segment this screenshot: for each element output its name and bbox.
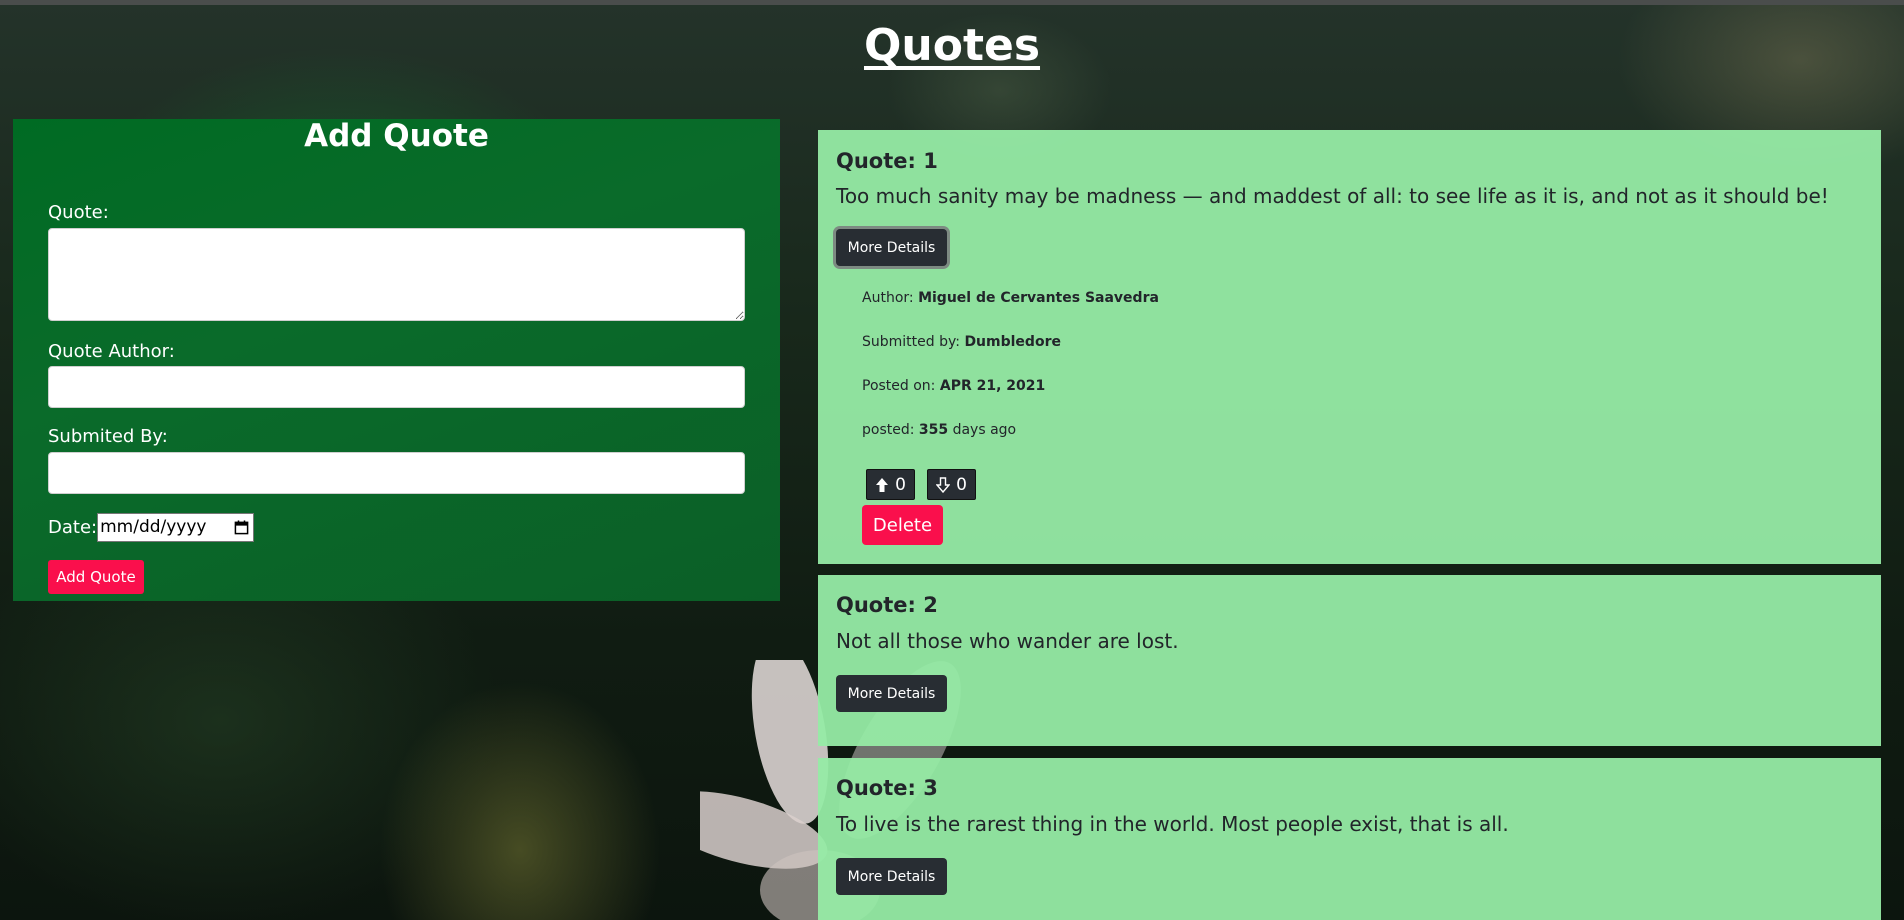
posted-on-value: APR 21, 2021	[939, 378, 1046, 394]
quote-title: Quote: 1	[836, 149, 938, 173]
quote-author-label: Quote Author:	[48, 341, 175, 362]
quote-title: Quote: 3	[836, 776, 938, 800]
calendar-icon[interactable]	[234, 519, 249, 535]
author-label: Author:	[862, 290, 914, 306]
browser-top-edge	[0, 0, 1904, 5]
posted-on-label: Posted on:	[862, 378, 936, 394]
add-quote-form: Add Quote Quote: Quote Author: Submited …	[13, 119, 780, 601]
date-label: Date:	[48, 516, 98, 538]
quote-text: To live is the rarest thing in the world…	[836, 812, 1509, 836]
quote-card: Quote: 1 Too much sanity may be madness …	[818, 130, 1881, 564]
date-input[interactable]: mm/dd/yyyy	[97, 512, 255, 542]
more-details-button[interactable]: More Details	[836, 229, 947, 266]
quote-text: Not all those who wander are lost.	[836, 629, 1179, 653]
submitted-by-line: Submitted by: Dumbledore	[862, 333, 1061, 351]
more-details-button[interactable]: More Details	[836, 675, 947, 712]
arrow-down-icon	[936, 476, 951, 493]
posted-label: posted:	[862, 422, 915, 438]
form-title: Add Quote	[304, 118, 489, 154]
downvote-count: 0	[956, 474, 967, 495]
quote-author-input[interactable]	[48, 366, 745, 408]
date-placeholder: mm/dd/yyyy	[100, 517, 207, 537]
submitted-by-label-text: Submitted by:	[862, 334, 960, 350]
posted-ago-line: posted: 355 days ago	[862, 421, 1016, 439]
page-title: Quotes	[863, 20, 1041, 71]
upvote-count: 0	[895, 474, 906, 495]
posted-ago-suffix: days ago	[952, 422, 1017, 438]
quote-author-line: Author: Miguel de Cervantes Saavedra	[862, 289, 1159, 307]
posted-on-line: Posted on: APR 21, 2021	[862, 377, 1045, 395]
arrow-up-icon	[876, 477, 889, 492]
quote-card: Quote: 3 To live is the rarest thing in …	[818, 758, 1881, 920]
quote-text: Too much sanity may be madness — and mad…	[836, 184, 1829, 208]
posted-ago-value: 355	[918, 422, 949, 438]
delete-button[interactable]: Delete	[862, 505, 943, 545]
add-quote-button[interactable]: Add Quote	[48, 560, 144, 594]
quote-textarea[interactable]	[48, 228, 745, 321]
more-details-button[interactable]: More Details	[836, 858, 947, 895]
downvote-button[interactable]: 0	[927, 469, 976, 500]
quote-label: Quote:	[48, 202, 109, 223]
submitted-by-label: Submited By:	[48, 426, 168, 447]
upvote-button[interactable]: 0	[866, 469, 915, 500]
date-field-group: Date: mm/dd/yyyy	[48, 512, 255, 542]
submitted-by-input[interactable]	[48, 452, 745, 494]
author-value: Miguel de Cervantes Saavedra	[918, 290, 1159, 306]
quote-card: Quote: 2 Not all those who wander are lo…	[818, 575, 1881, 746]
submitted-by-value: Dumbledore	[964, 334, 1061, 350]
quote-title: Quote: 2	[836, 593, 938, 617]
